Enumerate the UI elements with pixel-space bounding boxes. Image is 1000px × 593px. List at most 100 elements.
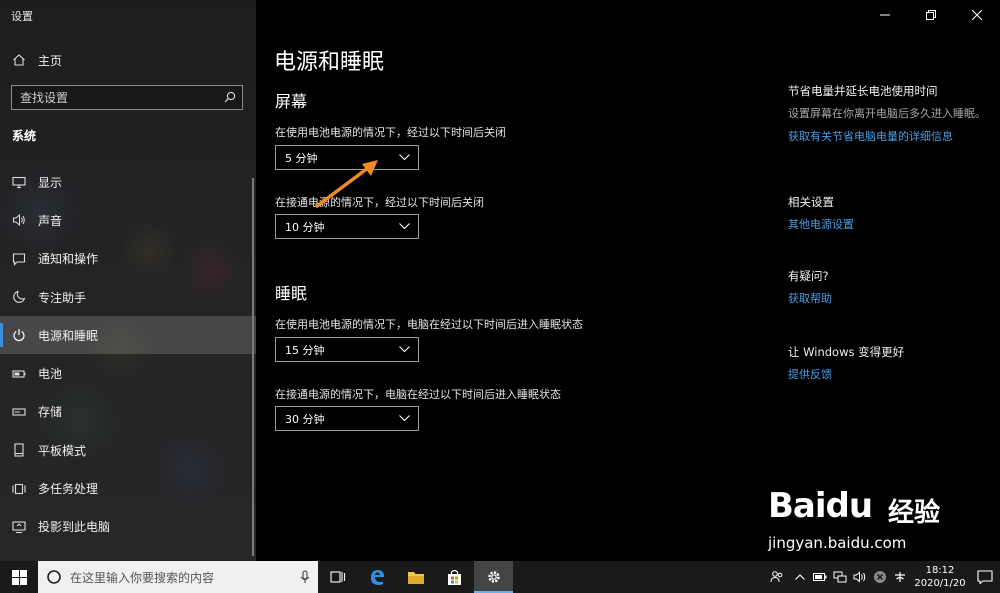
microphone-icon[interactable] — [300, 570, 310, 584]
people-button[interactable] — [764, 561, 790, 593]
status-tray-button[interactable] — [870, 561, 890, 593]
volume-button[interactable] — [850, 561, 870, 593]
sidebar: 设置 主页 系统 显示 声音 通知和操作 专注助手 — [0, 0, 256, 561]
sidebar-item-label: 存储 — [38, 405, 63, 420]
sidebar-item-label: 声音 — [38, 213, 63, 228]
sidebar-item-tablet-mode[interactable]: 平板模式 — [0, 431, 256, 469]
start-button[interactable] — [0, 561, 38, 593]
sleep-battery-dropdown[interactable]: 15 分钟 — [275, 337, 419, 362]
monitor-icon — [12, 175, 26, 189]
save-power-section: 节省电量并延长电池使用时间 设置屏幕在你离开电脑后多久进入睡眠。 获取有关节省电… — [788, 83, 988, 144]
speaker-icon — [12, 213, 26, 227]
storage-icon — [12, 405, 26, 419]
search-icon[interactable] — [224, 88, 236, 107]
close-button[interactable] — [954, 0, 1000, 30]
minimize-icon — [880, 14, 890, 16]
baidu-logo-cn: 经验 — [888, 498, 941, 528]
sleep-plugged-dropdown[interactable]: 30 分钟 — [275, 406, 419, 431]
taskbar-search[interactable]: 在这里输入你要搜索的内容 — [38, 561, 318, 593]
other-power-settings-link[interactable]: 其他电源设置 — [788, 216, 988, 232]
store-app-button[interactable] — [435, 561, 474, 593]
sleep-battery-label: 在使用电池电源的情况下，电脑在经过以下时间后进入睡眠状态 — [275, 318, 583, 331]
sidebar-item-label: 投影到此电脑 — [38, 520, 111, 535]
moon-icon — [12, 290, 26, 304]
sidebar-item-label: 主页 — [38, 53, 63, 68]
sidebar-item-focus-assist[interactable]: 专注助手 — [0, 278, 256, 316]
sidebar-item-home[interactable]: 主页 — [0, 46, 256, 74]
sidebar-item-power-sleep[interactable]: 电源和睡眠 — [0, 316, 256, 355]
folder-icon — [407, 571, 424, 584]
screen-heading: 屏幕 — [275, 92, 308, 111]
sidebar-item-label: 电池 — [38, 367, 63, 382]
restore-button[interactable] — [908, 0, 954, 30]
battery-tray-icon — [813, 573, 827, 581]
home-icon — [12, 53, 26, 67]
improve-section: 让 Windows 变得更好 提供反馈 — [788, 344, 988, 382]
save-power-link[interactable]: 获取有关节省电脑电量的详细信息 — [788, 128, 988, 144]
sidebar-scrollbar[interactable] — [252, 178, 254, 556]
system-clock[interactable]: 18:12 2020/1/20 — [910, 564, 970, 590]
dropdown-value: 30 分钟 — [285, 412, 325, 426]
minimize-button[interactable] — [862, 0, 908, 30]
multitask-icon — [12, 482, 26, 496]
clock-date: 2020/1/20 — [914, 578, 966, 589]
sidebar-item-label: 平板模式 — [38, 443, 87, 458]
task-view-icon — [329, 571, 345, 583]
action-center-button[interactable] — [970, 570, 1000, 584]
sidebar-item-label: 显示 — [38, 175, 63, 190]
sidebar-item-battery[interactable]: 电池 — [0, 354, 256, 392]
tablet-icon — [12, 443, 26, 457]
settings-app-button[interactable] — [474, 561, 513, 593]
screen-battery-dropdown[interactable]: 5 分钟 — [275, 145, 419, 170]
volume-icon — [853, 571, 866, 583]
chevron-down-icon — [399, 223, 410, 230]
window-controls — [862, 0, 1000, 30]
blocked-status-icon — [874, 571, 886, 583]
sidebar-item-sound[interactable]: 声音 — [0, 201, 256, 239]
screen-plugged-label: 在接通电源的情况下，经过以下时间后关闭 — [275, 196, 484, 209]
save-power-heading: 节省电量并延长电池使用时间 — [788, 84, 938, 98]
baidu-logo: Baidu — [768, 486, 873, 526]
dropdown-value: 10 分钟 — [285, 220, 325, 234]
battery-tray-button[interactable] — [810, 561, 830, 593]
sleep-heading: 睡眠 — [275, 284, 308, 303]
section-label: 系统 — [12, 129, 37, 143]
chevron-down-icon — [399, 346, 410, 353]
settings-search[interactable] — [11, 85, 243, 110]
sidebar-item-label: 电源和睡眠 — [38, 328, 99, 343]
chevron-down-icon — [399, 415, 410, 422]
dropdown-value: 15 分钟 — [285, 343, 325, 357]
ime-button[interactable] — [890, 561, 910, 593]
sidebar-item-display[interactable]: 显示 — [0, 163, 256, 201]
gear-icon — [487, 571, 500, 583]
question-heading: 有疑问? — [788, 269, 829, 283]
ime-icon — [895, 572, 905, 582]
improve-heading: 让 Windows 变得更好 — [788, 345, 905, 359]
edge-app-button[interactable] — [357, 561, 396, 593]
windows-logo-icon — [11, 569, 27, 585]
sidebar-item-label: 通知和操作 — [38, 252, 99, 267]
show-hidden-icons-button[interactable] — [790, 561, 810, 593]
feedback-link[interactable]: 提供反馈 — [788, 366, 988, 382]
sidebar-item-multitasking[interactable]: 多任务处理 — [0, 469, 256, 507]
system-tray: 18:12 2020/1/20 — [764, 561, 1000, 593]
sidebar-item-notifications[interactable]: 通知和操作 — [0, 240, 256, 278]
cortana-icon — [47, 570, 61, 584]
sleep-plugged-label: 在接通电源的情况下，电脑在经过以下时间后进入睡眠状态 — [275, 388, 561, 401]
action-center-icon — [977, 570, 993, 584]
question-section: 有疑问? 获取帮助 — [788, 268, 988, 306]
screen-plugged-dropdown[interactable]: 10 分钟 — [275, 214, 419, 239]
related-settings-heading: 相关设置 — [788, 195, 834, 209]
search-input[interactable] — [20, 90, 210, 105]
task-view-button[interactable] — [318, 561, 357, 593]
sidebar-item-storage[interactable]: 存储 — [0, 393, 256, 431]
chevron-down-icon — [399, 154, 410, 161]
chevron-up-icon — [795, 574, 805, 580]
page-title: 电源和睡眠 — [274, 50, 385, 75]
sidebar-item-label: 专注助手 — [38, 290, 87, 305]
get-help-link[interactable]: 获取帮助 — [788, 290, 988, 306]
file-explorer-button[interactable] — [396, 561, 435, 593]
store-icon — [448, 569, 461, 585]
network-button[interactable] — [830, 561, 850, 593]
sidebar-item-project[interactable]: 投影到此电脑 — [0, 508, 256, 546]
